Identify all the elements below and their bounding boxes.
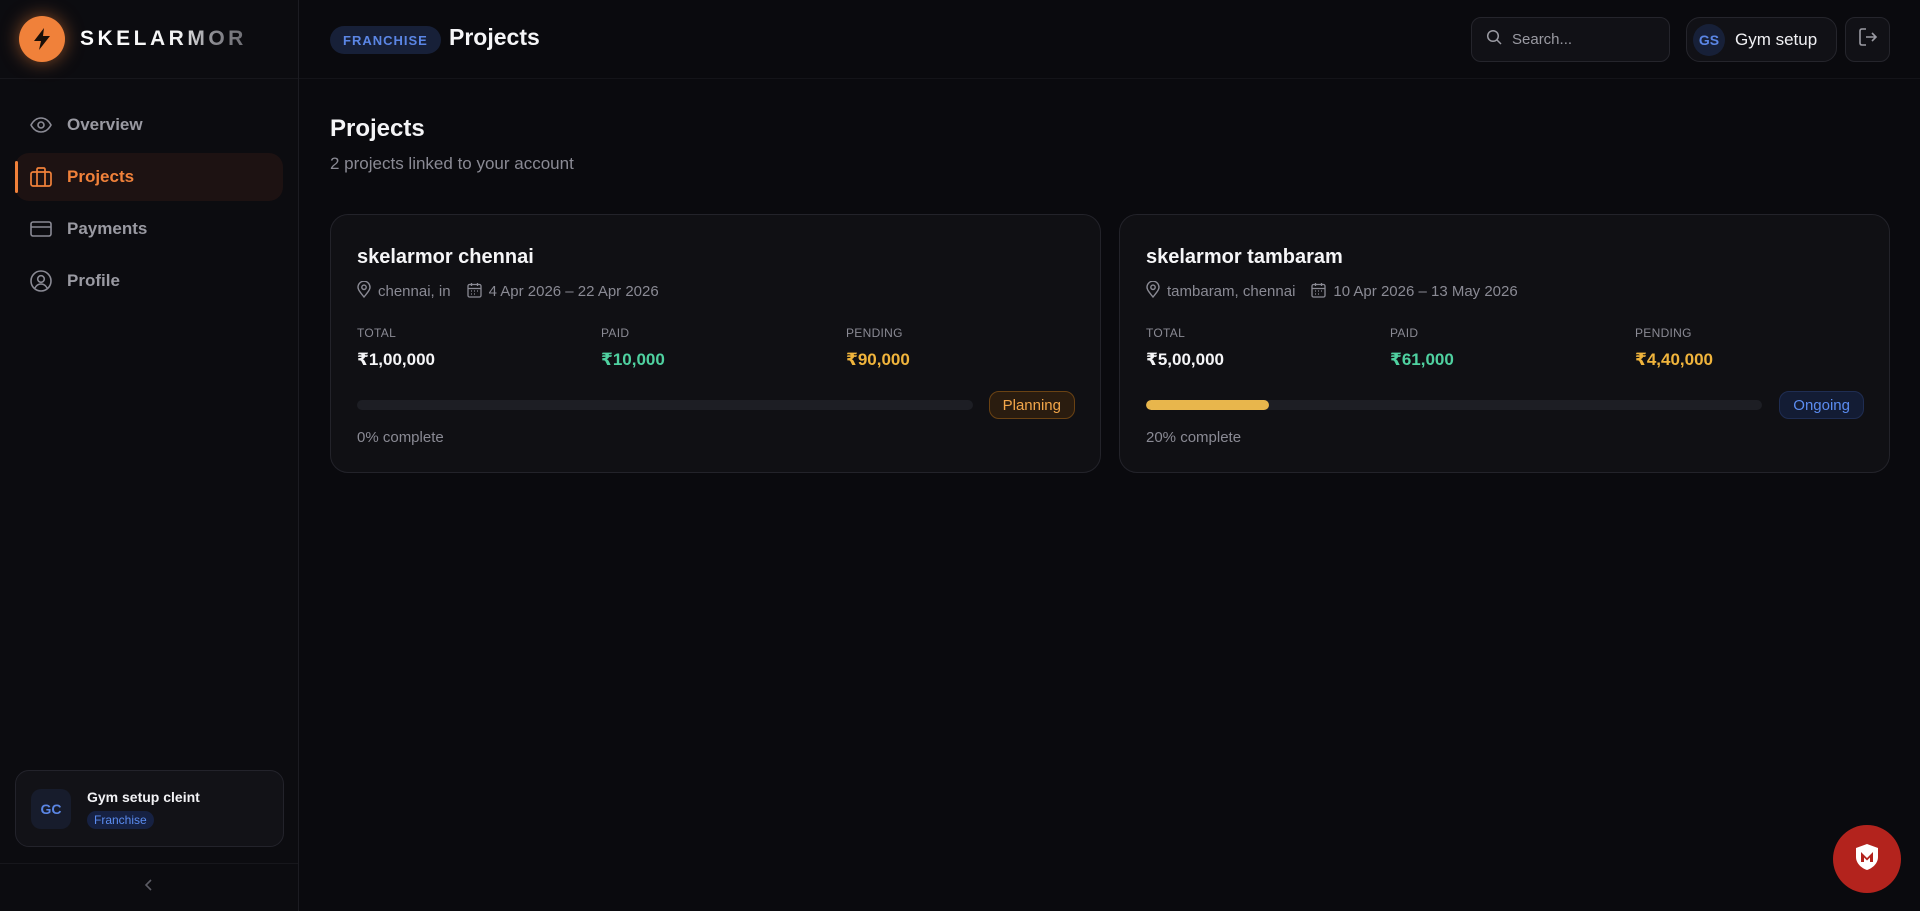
stat-label: PAID [601,326,630,340]
brand[interactable]: SKELARMOR [0,0,298,79]
role-badge: FRANCHISE [330,26,441,54]
briefcase-icon [30,166,52,188]
page-title: Projects [449,24,540,50]
logout-icon [1858,27,1878,52]
stat-total: TOTAL ₹5,00,000 [1146,326,1224,370]
user-info: Gym setup cleint Franchise [87,789,200,829]
project-meta: chennai, in 4 Apr 2026 – 22 Apr 2026 [357,280,675,302]
progress-bar [357,400,973,410]
shield-icon [1851,841,1883,878]
stat-paid: PAID ₹10,000 [601,326,665,370]
user-circle-icon [30,270,52,292]
stat-label: PAID [1390,326,1419,340]
stat-total: TOTAL ₹1,00,000 [357,326,435,370]
search-input[interactable] [1512,31,1662,48]
stat-value: ₹1,00,000 [357,350,436,369]
progress-text: 20% complete [1146,429,1242,446]
section-title: Projects [330,115,425,142]
brand-name: SKELARMOR [80,27,247,50]
project-card[interactable]: skelarmor chennai chennai, in 4 Apr 2026… [330,214,1101,473]
project-location: tambaram, chennai [1167,283,1296,300]
stat-value: ₹4,40,000 [1635,350,1714,369]
status-badge: Ongoing [1779,391,1864,419]
project-name: skelarmor chennai [357,246,534,268]
project-dates: 10 Apr 2026 – 13 May 2026 [1333,283,1518,300]
stat-value: ₹10,000 [601,350,665,369]
sidebar-item-label: Projects [67,167,135,186]
progress-bar [1146,400,1762,410]
user-card[interactable]: GC Gym setup cleint Franchise [15,770,284,847]
stat-value: ₹61,000 [1390,350,1454,369]
user-role-badge: Franchise [87,810,154,829]
sidebar: SKELARMOR Overview Projects Payments Pro… [0,0,299,911]
stat-pending: PENDING ₹90,000 [846,326,910,370]
project-card[interactable]: skelarmor tambaram tambaram, chennai 10 … [1119,214,1890,473]
stat-label: TOTAL [357,326,397,340]
project-dates: 4 Apr 2026 – 22 Apr 2026 [488,283,659,300]
search-icon [1486,29,1502,50]
project-meta: tambaram, chennai 10 Apr 2026 – 13 May 2… [1146,280,1534,302]
stat-paid: PAID ₹61,000 [1390,326,1454,370]
stat-pending: PENDING ₹4,40,000 [1635,326,1713,370]
stat-label: PENDING [1635,326,1692,340]
project-name: skelarmor tambaram [1146,246,1343,268]
sidebar-item-label: Payments [67,219,148,238]
map-pin-icon [1146,280,1160,302]
sidebar-nav: Overview Projects Payments Profile [0,79,298,305]
stat-label: PENDING [846,326,903,340]
sidebar-item-overview[interactable]: Overview [15,101,283,149]
progress-text: 0% complete [357,429,444,446]
calendar-icon [466,282,482,302]
stat-label: TOTAL [1146,326,1186,340]
chevron-left-icon [144,878,154,897]
section-subtitle: 2 projects linked to your account [330,154,574,173]
security-fab-button[interactable] [1833,825,1901,893]
sidebar-item-profile[interactable]: Profile [15,257,283,305]
calendar-icon [1311,282,1327,302]
progress-fill [1146,400,1270,410]
user-name: Gym setup cleint [87,788,200,805]
avatar: GC [31,788,71,829]
sidebar-item-projects[interactable]: Projects [15,153,283,201]
map-pin-icon [357,280,371,302]
account-menu-button[interactable]: GS Gym setup [1686,17,1837,62]
top-header: FRANCHISE Projects GS Gym setup [299,0,1920,79]
project-location: chennai, in [378,283,451,300]
sidebar-item-label: Profile [67,271,120,290]
account-name: Gym setup [1735,29,1818,49]
avatar: GS [1693,23,1725,56]
credit-card-icon [30,218,52,240]
sidebar-item-payments[interactable]: Payments [15,205,283,253]
collapse-sidebar-button[interactable] [0,863,298,911]
lightning-bolt-icon [19,16,65,62]
main-content: Projects 2 projects linked to your accou… [299,79,1920,911]
eye-icon [30,114,52,136]
logout-button[interactable] [1845,17,1890,62]
search-box[interactable] [1471,17,1670,62]
status-badge: Planning [988,391,1075,419]
stat-value: ₹90,000 [846,350,910,369]
stat-value: ₹5,00,000 [1146,350,1225,369]
sidebar-item-label: Overview [67,115,143,134]
